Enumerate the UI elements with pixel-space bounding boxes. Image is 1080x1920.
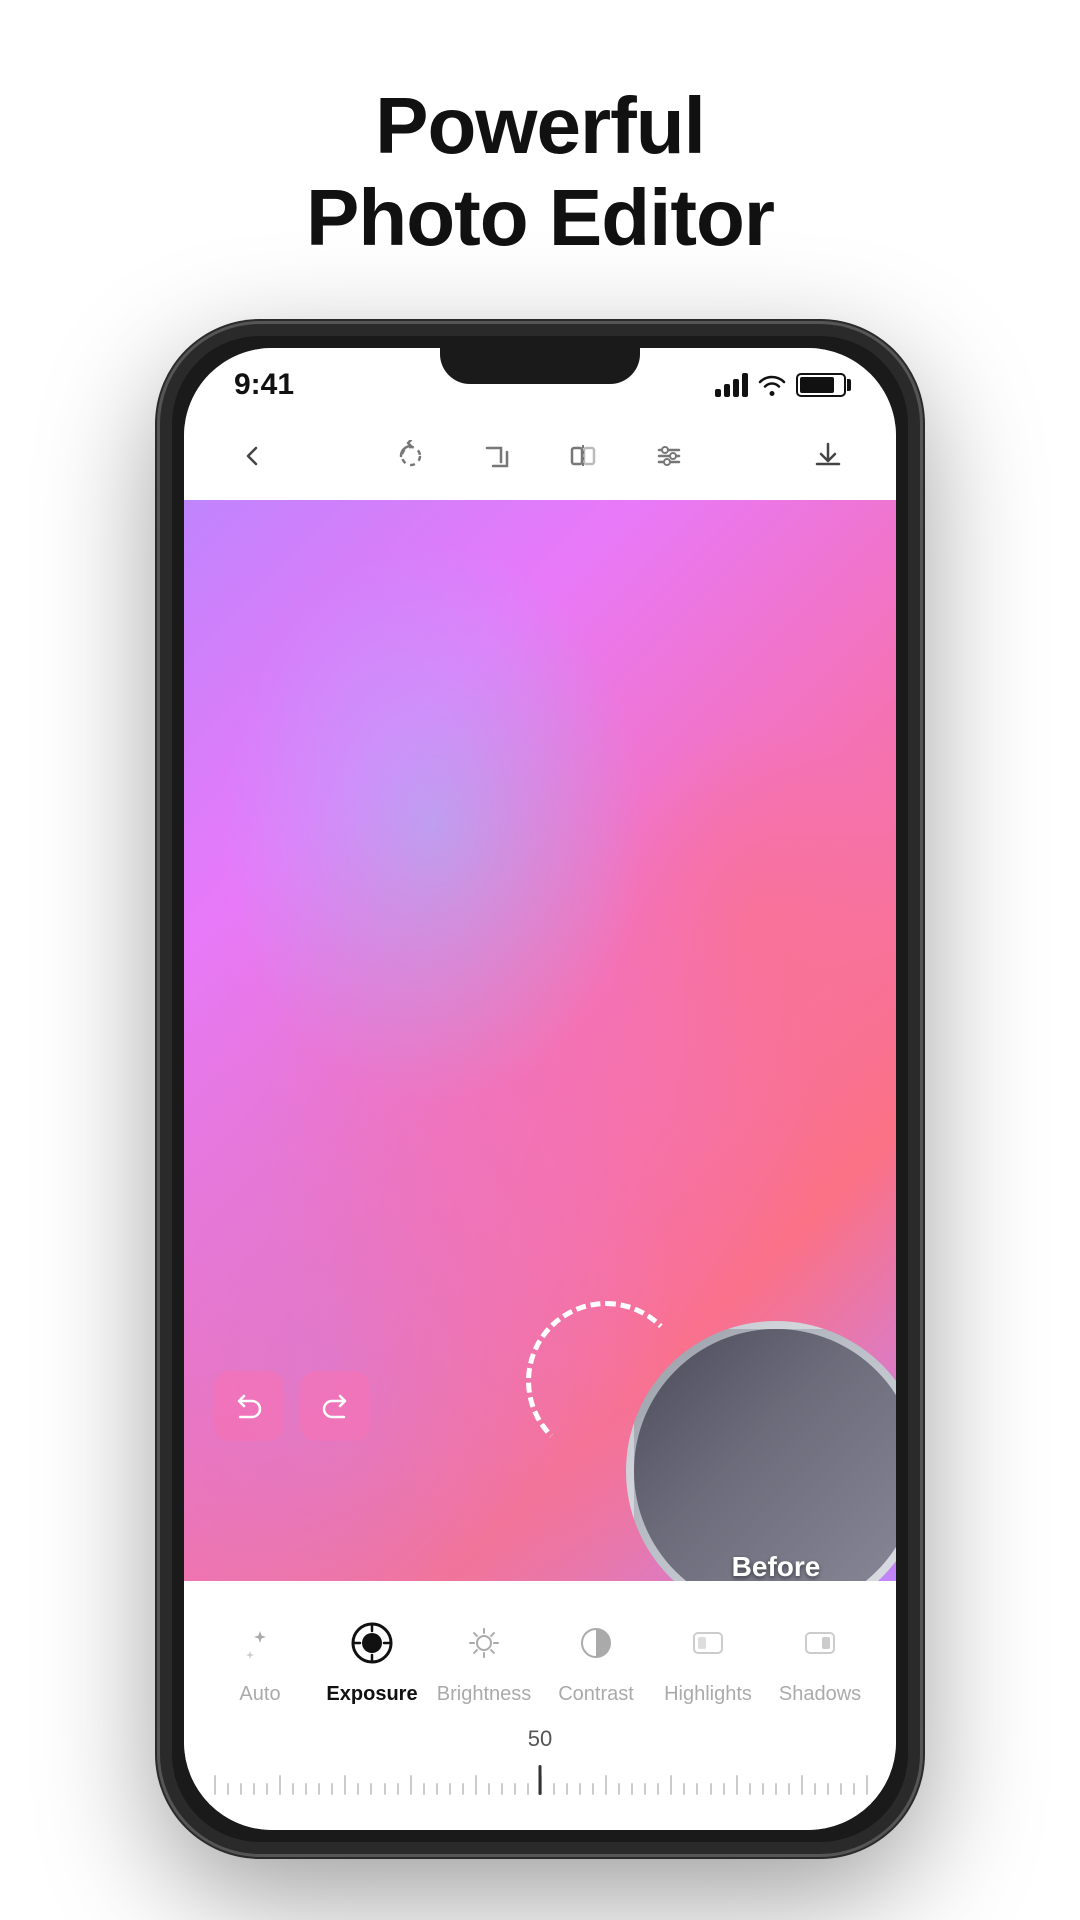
photo-canvas: Before — [184, 500, 896, 1581]
shadows-icon — [788, 1611, 852, 1675]
undo-redo-buttons — [214, 1371, 370, 1441]
status-icons — [715, 373, 846, 397]
exposure-icon — [340, 1611, 404, 1675]
slider-ticks — [214, 1765, 866, 1795]
tool-shadows[interactable]: Shadows — [770, 1611, 870, 1706]
download-button[interactable] — [800, 428, 856, 484]
adjust-button[interactable] — [641, 428, 697, 484]
contrast-icon — [564, 1611, 628, 1675]
slider-area: 50 — [184, 1716, 896, 1820]
slider-track[interactable] — [214, 1760, 866, 1800]
brightness-icon — [452, 1611, 516, 1675]
tool-brightness[interactable]: Brightness — [434, 1611, 534, 1706]
shadows-label: Shadows — [779, 1683, 861, 1706]
before-preview[interactable]: Before — [626, 1321, 896, 1581]
notch — [440, 348, 640, 384]
edit-tools-row: Auto — [184, 1601, 896, 1716]
exposure-label: Exposure — [326, 1683, 417, 1706]
back-button[interactable] — [224, 428, 280, 484]
tool-exposure[interactable]: Exposure — [322, 1611, 422, 1706]
crop-button[interactable] — [469, 428, 525, 484]
battery-icon — [796, 373, 846, 397]
before-label: Before — [732, 1551, 821, 1581]
brightness-label: Brightness — [437, 1683, 532, 1706]
status-time: 9:41 — [234, 368, 294, 402]
editor-toolbar — [184, 412, 896, 500]
signal-icon — [715, 373, 748, 397]
tool-auto[interactable]: Auto — [210, 1611, 310, 1706]
toolbar-center — [383, 428, 697, 484]
flip-button[interactable] — [555, 428, 611, 484]
bottom-controls: Auto — [184, 1581, 896, 1830]
tool-highlights[interactable]: Highlights — [658, 1611, 758, 1706]
wifi-icon — [758, 374, 786, 396]
page-title: Powerful Photo Editor — [306, 80, 774, 264]
phone-mockup: 9:41 — [160, 324, 920, 1854]
tool-contrast[interactable]: Contrast — [546, 1611, 646, 1706]
auto-icon — [228, 1611, 292, 1675]
phone-screen: 9:41 — [184, 348, 896, 1830]
phone-shell: 9:41 — [160, 324, 920, 1854]
auto-label: Auto — [239, 1683, 280, 1706]
highlights-icon — [676, 1611, 740, 1675]
undo-button[interactable] — [214, 1371, 284, 1441]
contrast-label: Contrast — [558, 1683, 634, 1706]
photo-background: Before — [184, 500, 896, 1581]
redo-button[interactable] — [300, 1371, 370, 1441]
highlights-label: Highlights — [664, 1683, 752, 1706]
rotate-button[interactable] — [383, 428, 439, 484]
slider-value: 50 — [214, 1726, 866, 1752]
